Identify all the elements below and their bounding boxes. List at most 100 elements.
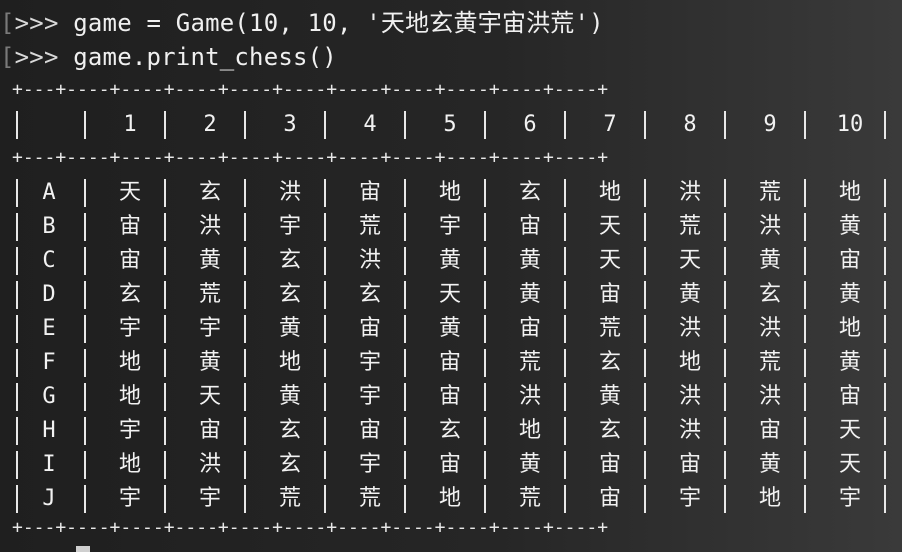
board-cell: 黄 bbox=[198, 350, 221, 375]
board-cell: 荒 bbox=[678, 214, 701, 239]
board-cell: 黄 bbox=[838, 282, 861, 307]
board-cell: 荒 bbox=[278, 486, 301, 511]
board-cell: 宇 bbox=[118, 486, 141, 511]
board-cell: 宇 bbox=[118, 418, 141, 443]
row-label: D bbox=[42, 282, 56, 307]
board-cell: 荒 bbox=[598, 316, 621, 341]
column-header: 5 bbox=[443, 112, 457, 137]
board-cell: 洪 bbox=[678, 180, 701, 205]
board-cell: 黄 bbox=[518, 452, 541, 477]
board-cell: 玄 bbox=[278, 452, 301, 477]
board-border-header-separator: +---+----+----+----+----+----+----+----+… bbox=[12, 148, 609, 168]
board-cell: 天 bbox=[838, 418, 861, 443]
row-label: I bbox=[42, 452, 56, 477]
board-row: D玄荒玄玄天黄宙黄玄黄 bbox=[12, 278, 890, 312]
row-label: G bbox=[42, 384, 56, 409]
board-cell: 玄 bbox=[598, 350, 621, 375]
board-row: E宇宇黄宙黄宙荒洪洪地 bbox=[12, 312, 890, 346]
row-label: E bbox=[42, 316, 56, 341]
row-label: J bbox=[42, 486, 56, 511]
board-border-top: +---+----+----+----+----+----+----+----+… bbox=[12, 80, 609, 100]
row-label: A bbox=[42, 180, 56, 205]
board-cell: 天 bbox=[438, 282, 461, 307]
board-cell: 宇 bbox=[358, 350, 381, 375]
board-cell: 玄 bbox=[438, 418, 461, 443]
command-text: game = Game(10, 10, '天地玄黄宇宙洪荒') bbox=[58, 9, 604, 37]
command-text: game.print_chess() bbox=[58, 43, 337, 71]
board-row: J宇宇荒荒地荒宙宇地宇 bbox=[12, 482, 890, 516]
board-corner-header bbox=[18, 108, 80, 142]
board-cell: 黄 bbox=[278, 384, 301, 409]
board-cell: 宙 bbox=[758, 418, 781, 443]
column-header: 9 bbox=[763, 112, 777, 137]
board-cell: 宙 bbox=[598, 486, 621, 511]
board-cell-divider bbox=[84, 315, 86, 343]
board-cell: 地 bbox=[518, 418, 541, 443]
board-cell: 洪 bbox=[758, 316, 781, 341]
prompt-bracket: [ bbox=[0, 9, 15, 37]
board-cell: 宙 bbox=[598, 282, 621, 307]
board-cell: 宇 bbox=[438, 214, 461, 239]
board-cell: 洪 bbox=[278, 180, 301, 205]
chess-board-output: +---+----+----+----+----+----+----+----+… bbox=[12, 78, 892, 540]
board-row: C宙黄玄洪黄黄天天黄宙 bbox=[12, 244, 890, 278]
board-cell: 玄 bbox=[598, 418, 621, 443]
board-cell: 玄 bbox=[198, 180, 221, 205]
board-cell: 黄 bbox=[838, 350, 861, 375]
board-cell: 宇 bbox=[358, 384, 381, 409]
board-cell: 荒 bbox=[358, 214, 381, 239]
row-label: H bbox=[42, 418, 56, 443]
prompt-symbol: >>> bbox=[14, 9, 59, 37]
column-header: 10 bbox=[836, 112, 864, 137]
board-cell: 玄 bbox=[278, 418, 301, 443]
board-cell: 地 bbox=[678, 350, 701, 375]
board-cell: 荒 bbox=[758, 350, 781, 375]
board-cell-divider bbox=[84, 349, 86, 377]
board-cell: 宇 bbox=[278, 214, 301, 239]
board-cell: 地 bbox=[438, 180, 461, 205]
board-cell: 洪 bbox=[678, 418, 701, 443]
board-cell: 宇 bbox=[838, 486, 861, 511]
terminal-window[interactable]: [>>> game = Game(10, 10, '天地玄黄宇宙洪荒') [>>… bbox=[0, 0, 902, 552]
board-cell: 荒 bbox=[358, 486, 381, 511]
board-cell: 黄 bbox=[278, 316, 301, 341]
board-cell: 宙 bbox=[518, 316, 541, 341]
board-cell: 洪 bbox=[758, 214, 781, 239]
row-label: C bbox=[42, 248, 56, 273]
board-cell: 荒 bbox=[518, 486, 541, 511]
board-row: B宙洪宇荒宇宙天荒洪黄 bbox=[12, 210, 890, 244]
board-cell: 宙 bbox=[838, 248, 861, 273]
column-header: 7 bbox=[603, 112, 617, 137]
board-row: H宇宙玄宙玄地玄洪宙天 bbox=[12, 414, 890, 448]
board-cell: 宙 bbox=[118, 248, 141, 273]
board-cell: 洪 bbox=[198, 452, 221, 477]
column-header: 6 bbox=[523, 112, 537, 137]
board-row: G地天黄宇宙洪黄洪洪宙 bbox=[12, 380, 890, 414]
board-cell: 宙 bbox=[438, 350, 461, 375]
board-row: F地黄地宇宙荒玄地荒黄 bbox=[12, 346, 890, 380]
board-cell: 宙 bbox=[438, 452, 461, 477]
board-cell: 宙 bbox=[598, 452, 621, 477]
row-label: B bbox=[42, 214, 56, 239]
board-cell: 黄 bbox=[758, 248, 781, 273]
text-cursor bbox=[76, 546, 90, 552]
prompt-bracket: [ bbox=[0, 43, 15, 71]
board-cell-divider bbox=[84, 451, 86, 479]
board-row: A天玄洪宙地玄地洪荒地 bbox=[12, 176, 890, 210]
board-cell: 黄 bbox=[518, 282, 541, 307]
board-cell: 地 bbox=[838, 316, 861, 341]
board-cell-divider bbox=[84, 281, 86, 309]
board-cell: 洪 bbox=[518, 384, 541, 409]
board-cell: 黄 bbox=[598, 384, 621, 409]
column-header: 4 bbox=[363, 112, 377, 137]
board-cell-divider bbox=[84, 179, 86, 207]
board-cell: 宇 bbox=[678, 486, 701, 511]
board-cell: 荒 bbox=[758, 180, 781, 205]
board-cell: 宇 bbox=[118, 316, 141, 341]
board-cell: 黄 bbox=[518, 248, 541, 273]
board-cell-divider bbox=[84, 383, 86, 411]
board-cell: 宙 bbox=[358, 180, 381, 205]
board-cell: 黄 bbox=[678, 282, 701, 307]
board-cell: 洪 bbox=[678, 316, 701, 341]
board-cell: 玄 bbox=[278, 248, 301, 273]
